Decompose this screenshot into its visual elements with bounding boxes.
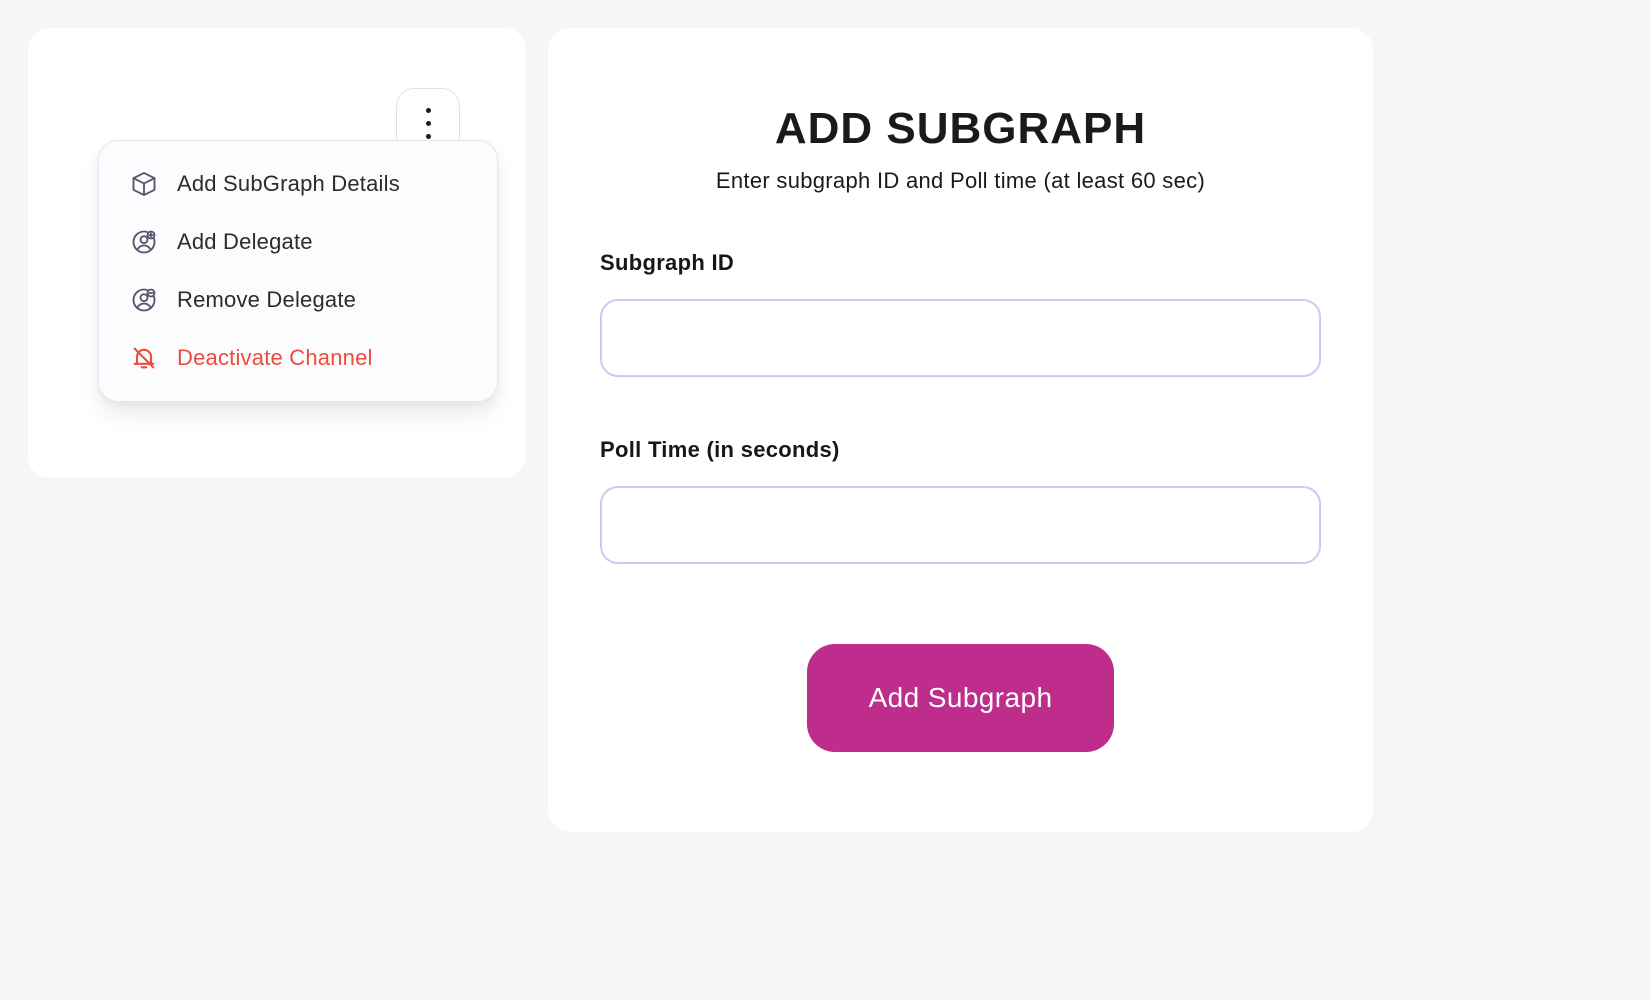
panel-subtitle: Enter subgraph ID and Poll time (at leas…	[716, 168, 1205, 194]
menu-item-label: Remove Delegate	[177, 287, 356, 313]
user-minus-icon	[129, 285, 159, 315]
menu-item-deactivate-channel[interactable]: Deactivate Channel	[115, 329, 481, 387]
channel-card: Add SubGraph Details Add Delegate	[28, 28, 526, 478]
add-subgraph-panel: ADD SUBGRAPH Enter subgraph ID and Poll …	[548, 28, 1373, 832]
subgraph-id-input[interactable]	[600, 299, 1321, 377]
subgraph-id-label: Subgraph ID	[600, 250, 1321, 276]
user-plus-icon	[129, 227, 159, 257]
add-subgraph-button[interactable]: Add Subgraph	[807, 644, 1115, 752]
menu-item-label: Deactivate Channel	[177, 345, 373, 371]
menu-item-add-subgraph[interactable]: Add SubGraph Details	[115, 155, 481, 213]
panel-title: ADD SUBGRAPH	[775, 104, 1146, 154]
cube-icon	[129, 169, 159, 199]
menu-item-remove-delegate[interactable]: Remove Delegate	[115, 271, 481, 329]
menu-item-add-delegate[interactable]: Add Delegate	[115, 213, 481, 271]
bell-off-icon	[129, 343, 159, 373]
add-subgraph-form: Subgraph ID Poll Time (in seconds)	[600, 250, 1321, 564]
poll-time-label: Poll Time (in seconds)	[600, 437, 1321, 463]
poll-time-input[interactable]	[600, 486, 1321, 564]
menu-item-label: Add SubGraph Details	[177, 171, 400, 197]
menu-item-label: Add Delegate	[177, 229, 313, 255]
options-popover: Add SubGraph Details Add Delegate	[98, 140, 498, 402]
